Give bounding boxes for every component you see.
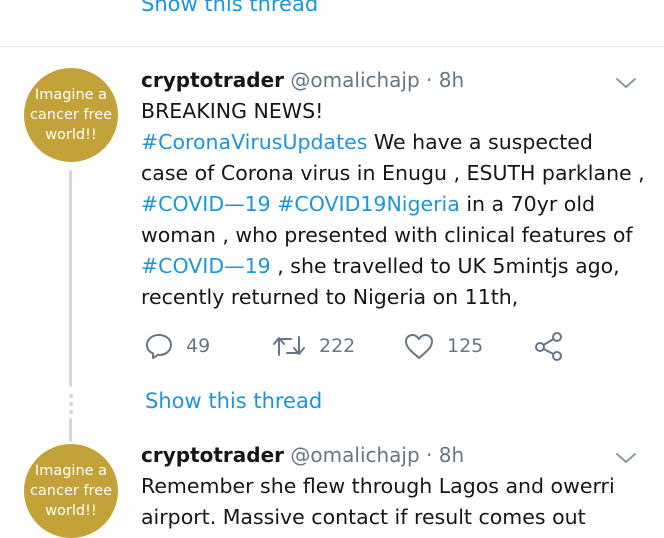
tweet-text-line: #COVID—19 #COVID19Nigeria in a 70yr old [141, 189, 645, 220]
tweet-text: Remember she flew through Lagos and ower… [141, 471, 615, 533]
like-icon [405, 334, 433, 359]
chevron-down-icon[interactable] [614, 71, 638, 95]
tweet-text-line: BREAKING NEWS! [141, 99, 324, 123]
show-thread-link[interactable]: Show this thread [145, 389, 322, 413]
avatar-text-line: Imagine a [34, 463, 108, 479]
separator: · [426, 443, 433, 467]
retweet-button[interactable]: 222 [271, 331, 355, 361]
tweet-text-line: #COVID—19 , she travelled to UK 5mintjs … [141, 251, 645, 282]
share-icon [535, 332, 562, 361]
hashtag-link[interactable]: #COVID19Nigeria [277, 192, 460, 216]
tweet-text-line: Remember she flew through Lagos and ower… [141, 474, 615, 498]
reply-button[interactable]: 49 [144, 331, 210, 361]
reply-icon [146, 334, 172, 359]
show-thread-link-previous[interactable]: Show this thread [141, 0, 318, 16]
thread-line [69, 418, 72, 442]
tweet-text-line: woman , who presented with clinical feat… [141, 223, 633, 247]
thread-dot [69, 410, 73, 414]
thread-line [69, 170, 72, 387]
avatar-text-line: world!! [45, 127, 97, 143]
hashtag-link[interactable]: #COVID—19 [141, 192, 271, 216]
avatar-text-line: cancer free [29, 107, 113, 123]
tweet-text-line: airport. Massive contact if result comes… [141, 505, 586, 529]
timestamp[interactable]: 8h [439, 68, 464, 92]
user-handle[interactable]: @omalichajp [290, 68, 419, 92]
retweet-icon [273, 336, 305, 356]
avatar-text-line: world!! [45, 503, 97, 519]
tweet-text-line: recently returned to Nigeria on 11th, [141, 285, 519, 309]
hashtag-link[interactable]: #CoronaVirusUpdates [141, 130, 367, 154]
avatar-text-line: Imagine a [34, 87, 108, 103]
display-name[interactable]: cryptotrader [141, 68, 284, 92]
like-button[interactable]: 125 [403, 331, 483, 361]
reply-count: 49 [186, 335, 211, 357]
text-segment: in a 70yr old [459, 192, 596, 216]
share-button[interactable] [533, 331, 577, 361]
avatar[interactable]: Imagine a cancer free world!! [24, 68, 118, 162]
chevron-down-icon[interactable] [614, 446, 638, 470]
retweet-count: 222 [319, 335, 356, 357]
tweet-text-line: case of Corona virus in Enugu , ESUTH pa… [141, 161, 645, 185]
hashtag-link[interactable]: #COVID—19 [141, 254, 271, 278]
user-handle[interactable]: @omalichajp [290, 443, 419, 467]
separator: · [426, 68, 433, 92]
display-name[interactable]: cryptotrader [141, 443, 284, 467]
tweet-header: cryptotrader @omalichajp · 8h [141, 67, 464, 93]
tweet-header: cryptotrader @omalichajp · 8h [141, 442, 464, 468]
avatar-text-line: cancer free [29, 483, 113, 499]
text-segment: , she travelled to UK 5mintjs ago, [270, 254, 620, 278]
tweet-text: BREAKING NEWS! #CoronaVirusUpdates We ha… [141, 96, 645, 313]
thread-dot [69, 394, 73, 398]
tweet-text-line: #CoronaVirusUpdates We have a suspected [141, 127, 645, 158]
divider [0, 46, 664, 47]
avatar[interactable]: Imagine a cancer free world!! [24, 444, 118, 538]
text-segment: We have a suspected [367, 130, 593, 154]
thread-dot [69, 402, 73, 406]
timestamp[interactable]: 8h [439, 443, 464, 467]
like-count: 125 [447, 335, 484, 357]
